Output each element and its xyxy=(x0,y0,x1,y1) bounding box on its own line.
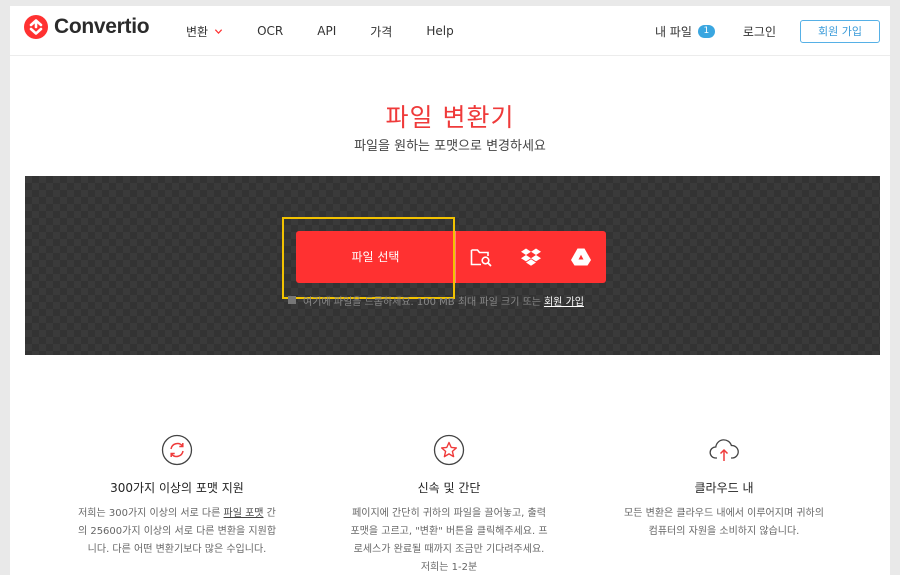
nav-convert[interactable]: 변환 xyxy=(186,23,223,40)
convertio-logo-icon xyxy=(24,15,48,39)
nav-pricing-label: 가격 xyxy=(370,24,393,39)
upload-hint-icon xyxy=(288,296,296,304)
cloud-upload-icon xyxy=(709,439,739,461)
nav-api-label: API xyxy=(317,24,337,38)
main-nav: 변환 OCR API 가격 Help xyxy=(186,6,488,56)
account-nav: 내 파일 1 로그인 회원 가입 xyxy=(655,6,890,56)
feature-fast-simple-title: 신속 및 간단 xyxy=(417,481,481,495)
refresh-circle-icon xyxy=(161,434,193,466)
from-computer-button[interactable] xyxy=(456,231,506,283)
nav-api[interactable]: API xyxy=(317,24,336,38)
my-files-link[interactable]: 내 파일 1 xyxy=(655,23,715,40)
chevron-down-icon xyxy=(214,28,223,34)
feature-formats-desc: 저희는 300가지 이상의 서로 다른 파일 포맷 간의 25600가지 이상의… xyxy=(77,505,277,559)
drop-hint: 여기에 파일을 드롭하세요. 100 MB 최대 파일 크기 또는 회원 가입 xyxy=(287,293,584,308)
logo-text: Convertio xyxy=(54,15,150,38)
folder-search-icon xyxy=(470,249,492,267)
nav-ocr-label: OCR xyxy=(257,24,284,38)
from-dropbox-button[interactable] xyxy=(506,231,556,283)
choose-file-button[interactable]: 파일 선택 xyxy=(296,231,456,283)
my-files-label: 내 파일 xyxy=(654,24,692,39)
page-title: 파일 변환기 xyxy=(385,103,515,132)
nav-help-label: Help xyxy=(426,24,454,38)
feature-cloud: 클라우드 내 모든 변환은 클라우드 내에서 이루어지며 귀하의 컴퓨터의 자원… xyxy=(624,434,824,541)
from-google-drive-button[interactable] xyxy=(556,231,606,283)
nav-help[interactable]: Help xyxy=(426,24,453,38)
feature-formats-title: 300가지 이상의 포맷 지원 xyxy=(110,481,244,495)
star-circle-icon xyxy=(433,434,465,466)
feature-formats: 300가지 이상의 포맷 지원 저희는 300가지 이상의 서로 다른 파일 포… xyxy=(77,434,277,559)
login-link[interactable]: 로그인 xyxy=(743,23,776,40)
nav-convert-label: 변환 xyxy=(186,24,209,39)
drop-hint-text: 여기에 파일을 드롭하세요. 100 MB 최대 파일 크기 또는 xyxy=(303,296,541,308)
my-files-count-badge: 1 xyxy=(697,24,715,38)
upload-button-group: 파일 선택 xyxy=(296,231,606,283)
drop-hint-signup-link[interactable]: 회원 가입 xyxy=(544,293,584,308)
nav-ocr[interactable]: OCR xyxy=(257,24,283,38)
feature-cloud-desc: 모든 변환은 클라우드 내에서 이루어지며 귀하의 컴퓨터의 자원을 소비하지 … xyxy=(624,508,824,537)
feature-fast-simple: 신속 및 간단 페이지에 간단히 귀하의 파일을 끌어놓고, 출력 포맷을 고르… xyxy=(349,434,549,575)
top-header: Convertio 변환 OCR API 가격 Help 내 파일 1 로그인 … xyxy=(10,6,890,56)
nav-pricing[interactable]: 가격 xyxy=(370,23,392,40)
file-formats-link[interactable]: 파일 포맷 xyxy=(224,508,264,519)
browser-page: Convertio 변환 OCR API 가격 Help 내 파일 1 로그인 … xyxy=(10,6,890,575)
dropbox-icon xyxy=(521,248,541,266)
upload-dropzone[interactable]: 파일 선택 여기에 파일을 드롭하세요. 100 MB 최대 파일 크기 또는 … xyxy=(25,176,880,355)
logo[interactable]: Convertio xyxy=(24,15,150,39)
google-drive-icon xyxy=(571,248,591,266)
feature-cloud-title: 클라우드 내 xyxy=(694,481,754,495)
feature-fast-simple-desc: 페이지에 간단히 귀하의 파일을 끌어놓고, 출력 포맷을 고르고, "변환" … xyxy=(350,508,548,573)
feature-formats-desc-a: 저희는 300가지 이상의 서로 다른 xyxy=(78,508,224,519)
page-subtitle: 파일을 원하는 포맷으로 변경하세요 xyxy=(354,139,546,154)
signup-button[interactable]: 회원 가입 xyxy=(800,19,880,43)
